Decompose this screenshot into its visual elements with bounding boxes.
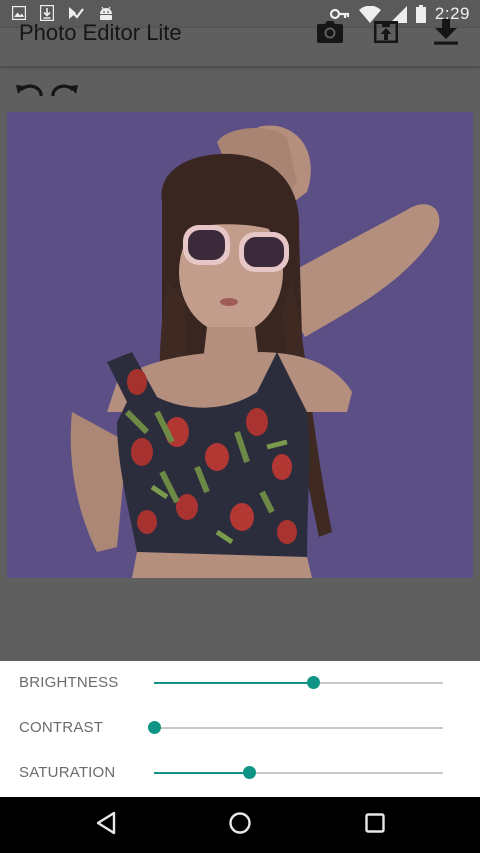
edited-photo[interactable] (7, 112, 473, 578)
app-title: Photo Editor Lite (19, 20, 182, 45)
camera-button[interactable] (310, 14, 350, 54)
photo-illustration (7, 112, 473, 578)
back-icon (95, 811, 117, 840)
saturation-slider[interactable] (154, 761, 443, 785)
redo-button[interactable] (50, 78, 80, 102)
brightness-slider[interactable] (154, 671, 443, 695)
recents-button[interactable] (355, 809, 395, 841)
navigation-bar (0, 797, 480, 853)
saturation-row: SATURATION (0, 751, 480, 796)
download-button[interactable] (426, 14, 466, 54)
slider-fill (154, 772, 250, 774)
contrast-label: CONTRAST (19, 719, 104, 736)
share-button[interactable] (366, 14, 406, 54)
undo-button[interactable] (14, 78, 44, 102)
redo-icon (50, 84, 80, 106)
battery-icon (415, 5, 426, 23)
back-button[interactable] (86, 809, 126, 841)
brightness-row: BRIGHTNESS (0, 661, 480, 706)
camera-icon (317, 20, 343, 48)
slider-fill (154, 682, 313, 684)
slider-thumb[interactable] (148, 721, 161, 734)
contrast-row: CONTRAST (0, 706, 480, 751)
home-button[interactable] (220, 809, 260, 841)
slider-track (154, 727, 443, 729)
checkmark-icon (68, 5, 84, 21)
undo-icon (14, 84, 44, 106)
gallery-icon (12, 6, 26, 20)
download-icon (434, 18, 458, 50)
slider-thumb[interactable] (306, 676, 320, 689)
download-notify-icon (40, 5, 54, 21)
app-bar: Photo Editor Lite (0, 18, 480, 66)
contrast-slider[interactable] (148, 716, 443, 740)
saturation-label: SATURATION (19, 764, 116, 781)
adjustment-panel: BRIGHTNESS CONTRAST SATURATION (0, 661, 480, 797)
recents-icon (365, 812, 385, 838)
home-icon (228, 811, 252, 840)
brightness-label: BRIGHTNESS (19, 674, 119, 691)
android-icon (98, 5, 114, 21)
slider-thumb[interactable] (243, 766, 257, 779)
share-upload-icon (374, 20, 398, 48)
